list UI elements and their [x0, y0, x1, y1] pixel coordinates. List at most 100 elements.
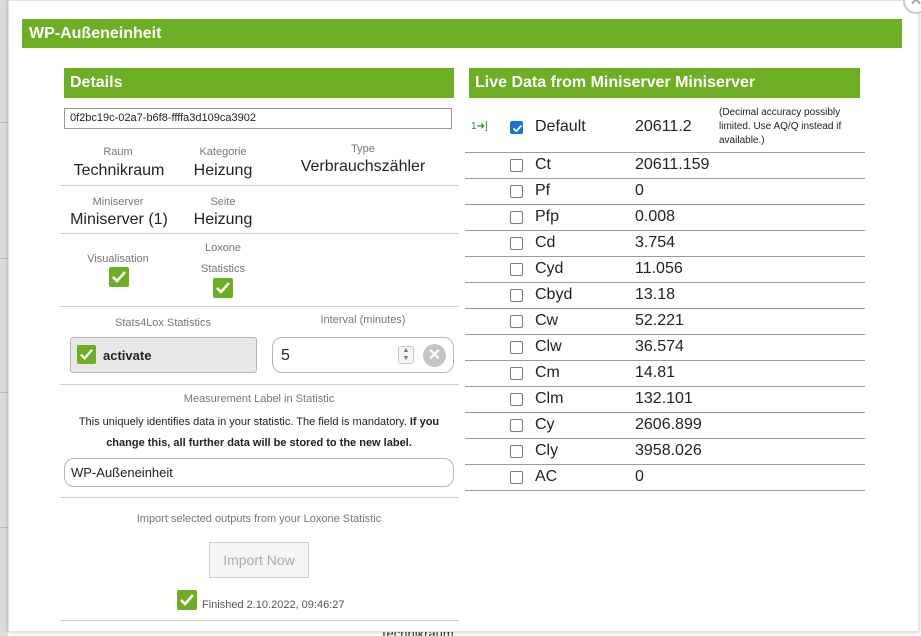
- details-divider: [60, 306, 459, 307]
- background-divider: [0, 258, 8, 259]
- table-row: 1➔] Default 20611.2 (Decimal accuracy po…: [465, 102, 865, 153]
- row-value: 11.056: [635, 260, 683, 277]
- visualisation-checkbox[interactable]: [109, 267, 129, 287]
- dialog-title: WP-Außeneinheit: [22, 19, 902, 48]
- details-divider: [60, 497, 459, 498]
- row-checkbox[interactable]: [510, 419, 523, 432]
- row-checkbox[interactable]: [510, 159, 523, 172]
- type-value: Verbrauchszähler: [300, 158, 426, 175]
- table-row: Clw 36.574: [465, 335, 865, 361]
- kategorie-label: Kategorie: [199, 146, 247, 158]
- background-page-edge: [0, 0, 8, 636]
- table-row: Pfp 0.008: [465, 205, 865, 231]
- check-icon: [216, 282, 230, 294]
- row-checkbox[interactable]: [510, 315, 523, 328]
- row-name: Cy: [535, 416, 555, 433]
- row-value: 2606.899: [635, 416, 702, 433]
- visualisation-label: Visualisation: [87, 253, 149, 265]
- row-name: Default: [535, 118, 586, 135]
- row-checkbox[interactable]: [510, 185, 523, 198]
- check-icon: [80, 349, 94, 361]
- activate-toggle[interactable]: activate: [70, 337, 257, 373]
- activate-checkbox[interactable]: [77, 345, 96, 364]
- table-row: Pf 0: [465, 179, 865, 205]
- finished-check-icon: [177, 590, 197, 610]
- row-value: 14.81: [635, 364, 676, 381]
- row-checkbox[interactable]: [510, 237, 523, 250]
- raum-value: Technikraum: [73, 162, 165, 179]
- details-divider: [60, 233, 459, 234]
- row-checkbox[interactable]: [510, 289, 523, 302]
- row-checkbox[interactable]: [510, 471, 523, 484]
- spinner-icon[interactable]: ▲ ▼: [398, 346, 414, 364]
- interval-label: Interval (minutes): [320, 314, 406, 326]
- measurement-desc-text: This uniquely identifies data in your st…: [78, 416, 410, 428]
- row-value: 36.574: [635, 338, 684, 355]
- details-divider: [60, 185, 459, 186]
- row-value: 0: [635, 468, 644, 485]
- miniserver-value: Miniserver (1): [70, 211, 168, 228]
- statistics-checkbox[interactable]: [213, 278, 233, 298]
- row-checkbox[interactable]: [510, 341, 523, 354]
- background-divider: [0, 122, 8, 123]
- type-label: Type: [351, 143, 375, 155]
- clear-icon[interactable]: ✕: [423, 344, 446, 367]
- background-divider: [0, 527, 8, 528]
- row-checkbox[interactable]: [510, 393, 523, 406]
- row-value: 20611.2: [635, 118, 692, 135]
- seite-label: Seite: [210, 196, 236, 208]
- row-value: 0: [635, 182, 644, 199]
- measurement-label-input[interactable]: WP-Außeneinheit: [64, 458, 454, 487]
- row-name: Cbyd: [535, 286, 573, 303]
- row-name: AC: [535, 468, 558, 485]
- stats4lox-label: Stats4Lox Statistics: [115, 317, 211, 329]
- row-name: Cm: [535, 364, 560, 381]
- row-name: Ct: [535, 156, 551, 173]
- row-value: 0.008: [635, 208, 676, 225]
- import-description: Import selected outputs from your Loxone…: [136, 513, 382, 525]
- details-divider: [60, 384, 459, 385]
- details-header: Details: [64, 68, 454, 98]
- link-icon[interactable]: 1➔]: [471, 121, 488, 132]
- raum-label: Raum: [103, 146, 133, 158]
- check-icon: [112, 271, 126, 283]
- activate-label: activate: [103, 348, 152, 363]
- measurement-label-title: Measurement Label in Statistic: [183, 393, 335, 405]
- check-icon: [512, 124, 523, 133]
- row-value: 13.18: [635, 286, 676, 303]
- finished-status: Finished 2.10.2022, 09:46:27: [202, 599, 345, 611]
- row-value: 3958.026: [635, 442, 702, 459]
- row-checkbox[interactable]: [510, 263, 523, 276]
- row-name: Cly: [535, 442, 559, 459]
- row-checkbox[interactable]: [510, 367, 523, 380]
- row-checkbox[interactable]: [510, 445, 523, 458]
- row-name: Cyd: [535, 260, 564, 277]
- table-row: Cw 52.221: [465, 309, 865, 335]
- row-name: Cd: [535, 234, 556, 251]
- row-value: 52.221: [635, 312, 684, 329]
- background-divider: [0, 392, 8, 393]
- seite-value: Heizung: [193, 211, 253, 228]
- row-checkbox[interactable]: [510, 121, 523, 134]
- import-now-button[interactable]: Import Now: [209, 542, 309, 578]
- row-checkbox[interactable]: [510, 211, 523, 224]
- row-value: 20611.159: [635, 156, 710, 173]
- live-data-header: Live Data from Miniserver Miniserver: [469, 68, 860, 98]
- loxone-label: Loxone: [204, 242, 242, 254]
- table-row: Cyd 11.056: [465, 257, 865, 283]
- measurement-description: This uniquely identifies data in your st…: [64, 412, 454, 454]
- table-row: AC 0: [465, 465, 865, 491]
- table-row: Clm 132.101: [465, 387, 865, 413]
- uuid-field[interactable]: 0f2bc19c-02a7-b6f8-ffffa3d109ca3902: [64, 108, 452, 129]
- table-row: Cd 3.754: [465, 231, 865, 257]
- row-value: 3.754: [635, 234, 676, 251]
- link-label: 1: [471, 121, 477, 132]
- miniserver-label: Miniserver: [92, 196, 144, 208]
- interval-input[interactable]: 5 ▲ ▼ ✕: [272, 337, 454, 373]
- row-name: Pfp: [535, 208, 560, 225]
- row-value: 132.101: [635, 390, 693, 407]
- interval-value: 5: [281, 347, 290, 364]
- row-name: Clw: [535, 338, 562, 355]
- check-icon: [180, 594, 194, 606]
- table-row: Cbyd 13.18: [465, 283, 865, 309]
